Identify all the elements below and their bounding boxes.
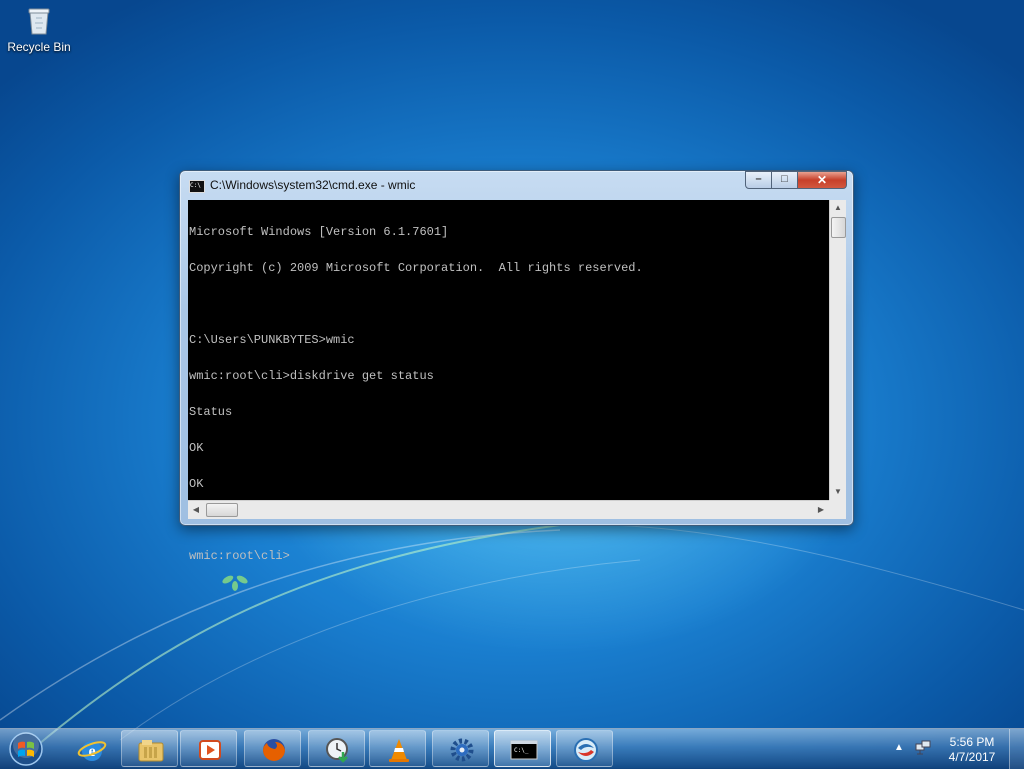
console-line: Status: [189, 405, 233, 419]
svg-text:C:\_: C:\_: [514, 747, 529, 754]
blue-sphere-icon: [574, 738, 598, 762]
internet-explorer-icon: e: [77, 741, 107, 761]
desktop-icon-recycle-bin[interactable]: Recycle Bin: [6, 6, 72, 54]
horizontal-scrollbar[interactable]: ◀ ▶: [188, 500, 829, 519]
taskbar-download-utility[interactable]: [308, 730, 365, 767]
minimize-button[interactable]: –: [745, 171, 772, 189]
taskbar-media-player[interactable]: [180, 730, 237, 767]
recycle-bin-icon: [28, 8, 50, 35]
clock-time: 5:56 PM: [949, 735, 995, 749]
taskbar-internet-explorer[interactable]: e: [62, 730, 119, 767]
vertical-scroll-thumb[interactable]: [831, 217, 846, 238]
taskbar-firefox[interactable]: [244, 730, 301, 767]
show-hidden-icons-icon[interactable]: ▲: [894, 742, 904, 753]
title-bar[interactable]: C:\ C:\Windows\system32\cmd.exe - wmic –…: [180, 171, 853, 199]
vertical-scrollbar[interactable]: ▲ ▼: [829, 200, 846, 500]
taskbar-vlc[interactable]: [369, 730, 426, 767]
window-title: C:\Windows\system32\cmd.exe - wmic: [210, 178, 416, 192]
vlc-cone-icon: [389, 739, 409, 762]
maximize-button[interactable]: □: [771, 171, 798, 189]
gear-icon: [450, 738, 474, 762]
scroll-right-arrow-icon[interactable]: ▶: [813, 502, 829, 518]
taskbar-clock[interactable]: 5:56 PM 4/7/2017: [946, 735, 998, 765]
clock-download-icon: [326, 738, 348, 763]
firefox-icon: [263, 739, 285, 761]
scroll-down-arrow-icon[interactable]: ▼: [830, 484, 846, 500]
command-prompt-icon: C:\: [189, 180, 205, 193]
taskbar-file-explorer[interactable]: [121, 730, 178, 767]
console-line: Microsoft Windows [Version 6.1.7601]: [189, 225, 449, 239]
desktop-icon-label: Recycle Bin: [7, 40, 71, 54]
taskbar-settings-tool[interactable]: [432, 730, 489, 767]
console-line: Copyright (c) 2009 Microsoft Corporation…: [189, 261, 643, 275]
console-client-area[interactable]: Microsoft Windows [Version 6.1.7601] Cop…: [188, 200, 846, 562]
show-desktop-button[interactable]: [1009, 729, 1024, 769]
windows-start-orb-icon[interactable]: [6, 730, 46, 768]
taskbar: e C:\_ ▲ 5:56 PM 4/7/2017: [0, 728, 1024, 769]
scroll-left-arrow-icon[interactable]: ◀: [188, 502, 204, 518]
scrollbar-corner: [829, 500, 846, 519]
taskbar-app-circle[interactable]: [556, 730, 613, 767]
horizontal-scroll-thumb[interactable]: [206, 503, 238, 517]
folder-library-icon: [138, 740, 164, 762]
network-icon[interactable]: [915, 740, 931, 756]
console-line: OK: [189, 477, 204, 491]
console-line: OK: [189, 441, 204, 455]
console-output[interactable]: Microsoft Windows [Version 6.1.7601] Cop…: [188, 200, 829, 562]
taskbar-cmd[interactable]: C:\_: [494, 730, 551, 767]
scroll-up-arrow-icon[interactable]: ▲: [830, 200, 846, 216]
media-player-icon: [199, 740, 221, 760]
console-line: wmic:root\cli>: [189, 549, 290, 563]
console-line: wmic:root\cli>diskdrive get status: [189, 369, 434, 383]
console-line: C:\Users\PUNKBYTES>wmic: [189, 333, 355, 347]
cmd-window[interactable]: C:\ C:\Windows\system32\cmd.exe - wmic –…: [179, 170, 854, 562]
close-button[interactable]: ✕: [797, 171, 847, 189]
command-prompt-icon: C:\_: [510, 740, 538, 760]
clock-date: 4/7/2017: [948, 750, 996, 764]
